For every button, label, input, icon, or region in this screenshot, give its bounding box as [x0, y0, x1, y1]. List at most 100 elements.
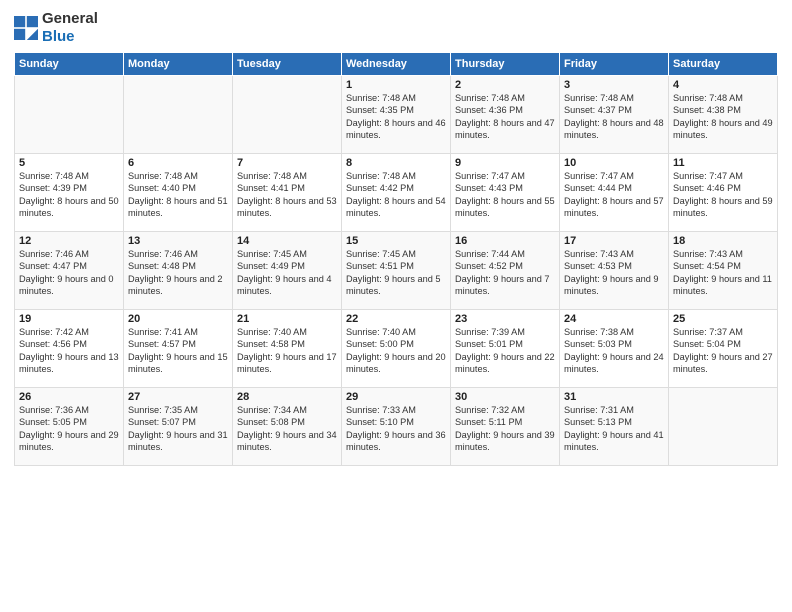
day-number: 14 [237, 235, 337, 247]
calendar-cell: 30Sunrise: 7:32 AM Sunset: 5:11 PM Dayli… [451, 388, 560, 466]
calendar-cell: 13Sunrise: 7:46 AM Sunset: 4:48 PM Dayli… [124, 232, 233, 310]
day-number: 10 [564, 157, 664, 169]
calendar-cell: 19Sunrise: 7:42 AM Sunset: 4:56 PM Dayli… [15, 310, 124, 388]
calendar-cell [669, 388, 778, 466]
day-number: 21 [237, 313, 337, 325]
calendar-cell: 10Sunrise: 7:47 AM Sunset: 4:44 PM Dayli… [560, 154, 669, 232]
calendar-cell: 18Sunrise: 7:43 AM Sunset: 4:54 PM Dayli… [669, 232, 778, 310]
calendar-cell: 1Sunrise: 7:48 AM Sunset: 4:35 PM Daylig… [342, 76, 451, 154]
day-number: 2 [455, 79, 555, 91]
day-number: 13 [128, 235, 228, 247]
day-info: Sunrise: 7:35 AM Sunset: 5:07 PM Dayligh… [128, 404, 228, 454]
calendar-cell: 28Sunrise: 7:34 AM Sunset: 5:08 PM Dayli… [233, 388, 342, 466]
day-info: Sunrise: 7:46 AM Sunset: 4:48 PM Dayligh… [128, 248, 228, 298]
logo-general: General [42, 10, 98, 28]
day-number: 12 [19, 235, 119, 247]
day-number: 8 [346, 157, 446, 169]
day-info: Sunrise: 7:43 AM Sunset: 4:54 PM Dayligh… [673, 248, 773, 298]
calendar-cell: 4Sunrise: 7:48 AM Sunset: 4:38 PM Daylig… [669, 76, 778, 154]
calendar-week-row: 12Sunrise: 7:46 AM Sunset: 4:47 PM Dayli… [15, 232, 778, 310]
calendar-cell [124, 76, 233, 154]
day-number: 6 [128, 157, 228, 169]
day-header-sunday: Sunday [15, 53, 124, 76]
calendar-cell: 31Sunrise: 7:31 AM Sunset: 5:13 PM Dayli… [560, 388, 669, 466]
day-number: 3 [564, 79, 664, 91]
day-number: 27 [128, 391, 228, 403]
day-header-thursday: Thursday [451, 53, 560, 76]
calendar-cell: 26Sunrise: 7:36 AM Sunset: 5:05 PM Dayli… [15, 388, 124, 466]
calendar-header-row: SundayMondayTuesdayWednesdayThursdayFrid… [15, 53, 778, 76]
logo-blue: Blue [42, 28, 98, 46]
day-number: 28 [237, 391, 337, 403]
day-number: 29 [346, 391, 446, 403]
page-container: General Blue SundayMondayTuesdayWednesda… [0, 0, 792, 472]
calendar-cell: 3Sunrise: 7:48 AM Sunset: 4:37 PM Daylig… [560, 76, 669, 154]
day-info: Sunrise: 7:48 AM Sunset: 4:42 PM Dayligh… [346, 170, 446, 220]
calendar-cell [233, 76, 342, 154]
day-header-wednesday: Wednesday [342, 53, 451, 76]
day-info: Sunrise: 7:38 AM Sunset: 5:03 PM Dayligh… [564, 326, 664, 376]
day-number: 30 [455, 391, 555, 403]
day-number: 20 [128, 313, 228, 325]
calendar-cell: 15Sunrise: 7:45 AM Sunset: 4:51 PM Dayli… [342, 232, 451, 310]
day-number: 24 [564, 313, 664, 325]
logo: General Blue [14, 10, 98, 46]
day-info: Sunrise: 7:33 AM Sunset: 5:10 PM Dayligh… [346, 404, 446, 454]
day-info: Sunrise: 7:47 AM Sunset: 4:43 PM Dayligh… [455, 170, 555, 220]
calendar-week-row: 19Sunrise: 7:42 AM Sunset: 4:56 PM Dayli… [15, 310, 778, 388]
day-number: 1 [346, 79, 446, 91]
calendar-cell: 2Sunrise: 7:48 AM Sunset: 4:36 PM Daylig… [451, 76, 560, 154]
calendar-cell: 11Sunrise: 7:47 AM Sunset: 4:46 PM Dayli… [669, 154, 778, 232]
day-header-friday: Friday [560, 53, 669, 76]
calendar-cell: 22Sunrise: 7:40 AM Sunset: 5:00 PM Dayli… [342, 310, 451, 388]
calendar-cell: 27Sunrise: 7:35 AM Sunset: 5:07 PM Dayli… [124, 388, 233, 466]
day-info: Sunrise: 7:37 AM Sunset: 5:04 PM Dayligh… [673, 326, 773, 376]
day-info: Sunrise: 7:47 AM Sunset: 4:44 PM Dayligh… [564, 170, 664, 220]
day-info: Sunrise: 7:45 AM Sunset: 4:49 PM Dayligh… [237, 248, 337, 298]
day-info: Sunrise: 7:46 AM Sunset: 4:47 PM Dayligh… [19, 248, 119, 298]
day-number: 19 [19, 313, 119, 325]
day-info: Sunrise: 7:31 AM Sunset: 5:13 PM Dayligh… [564, 404, 664, 454]
day-info: Sunrise: 7:41 AM Sunset: 4:57 PM Dayligh… [128, 326, 228, 376]
day-info: Sunrise: 7:48 AM Sunset: 4:36 PM Dayligh… [455, 92, 555, 142]
day-number: 25 [673, 313, 773, 325]
header: General Blue [14, 10, 778, 46]
day-info: Sunrise: 7:48 AM Sunset: 4:41 PM Dayligh… [237, 170, 337, 220]
day-number: 26 [19, 391, 119, 403]
day-info: Sunrise: 7:48 AM Sunset: 4:35 PM Dayligh… [346, 92, 446, 142]
day-number: 16 [455, 235, 555, 247]
day-info: Sunrise: 7:40 AM Sunset: 4:58 PM Dayligh… [237, 326, 337, 376]
calendar-cell: 20Sunrise: 7:41 AM Sunset: 4:57 PM Dayli… [124, 310, 233, 388]
logo-text: General Blue [42, 10, 98, 46]
calendar-cell: 17Sunrise: 7:43 AM Sunset: 4:53 PM Dayli… [560, 232, 669, 310]
calendar-week-row: 1Sunrise: 7:48 AM Sunset: 4:35 PM Daylig… [15, 76, 778, 154]
day-number: 15 [346, 235, 446, 247]
day-number: 4 [673, 79, 773, 91]
calendar-cell: 29Sunrise: 7:33 AM Sunset: 5:10 PM Dayli… [342, 388, 451, 466]
day-info: Sunrise: 7:48 AM Sunset: 4:38 PM Dayligh… [673, 92, 773, 142]
day-info: Sunrise: 7:40 AM Sunset: 5:00 PM Dayligh… [346, 326, 446, 376]
day-info: Sunrise: 7:48 AM Sunset: 4:40 PM Dayligh… [128, 170, 228, 220]
logo-icon [14, 16, 38, 40]
day-info: Sunrise: 7:34 AM Sunset: 5:08 PM Dayligh… [237, 404, 337, 454]
day-number: 9 [455, 157, 555, 169]
calendar-cell [15, 76, 124, 154]
calendar-week-row: 5Sunrise: 7:48 AM Sunset: 4:39 PM Daylig… [15, 154, 778, 232]
day-header-saturday: Saturday [669, 53, 778, 76]
day-number: 23 [455, 313, 555, 325]
calendar-cell: 5Sunrise: 7:48 AM Sunset: 4:39 PM Daylig… [15, 154, 124, 232]
day-info: Sunrise: 7:39 AM Sunset: 5:01 PM Dayligh… [455, 326, 555, 376]
day-number: 22 [346, 313, 446, 325]
day-number: 7 [237, 157, 337, 169]
day-header-monday: Monday [124, 53, 233, 76]
day-number: 11 [673, 157, 773, 169]
calendar-cell: 12Sunrise: 7:46 AM Sunset: 4:47 PM Dayli… [15, 232, 124, 310]
day-info: Sunrise: 7:43 AM Sunset: 4:53 PM Dayligh… [564, 248, 664, 298]
day-number: 18 [673, 235, 773, 247]
day-number: 17 [564, 235, 664, 247]
calendar-week-row: 26Sunrise: 7:36 AM Sunset: 5:05 PM Dayli… [15, 388, 778, 466]
calendar-table: SundayMondayTuesdayWednesdayThursdayFrid… [14, 52, 778, 466]
calendar-cell: 8Sunrise: 7:48 AM Sunset: 4:42 PM Daylig… [342, 154, 451, 232]
day-number: 31 [564, 391, 664, 403]
calendar-cell: 9Sunrise: 7:47 AM Sunset: 4:43 PM Daylig… [451, 154, 560, 232]
